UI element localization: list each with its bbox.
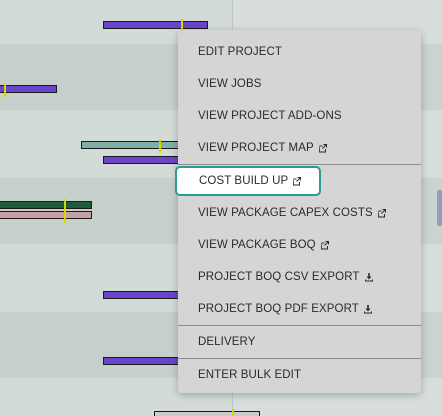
menu-item-label: EDIT PROJECT	[198, 46, 283, 58]
scrollbar-thumb[interactable]	[437, 190, 442, 226]
download-icon	[364, 272, 374, 282]
task-bar[interactable]	[0, 83, 57, 97]
menu-item-view-package-capex-costs[interactable]: VIEW PACKAGE CAPEX COSTS	[178, 197, 421, 229]
menu-item-label: VIEW JOBS	[198, 78, 262, 90]
progress-marker	[4, 83, 6, 97]
menu-item-label: PROJECT BOQ CSV EXPORT	[198, 271, 360, 283]
progress-marker	[159, 139, 161, 153]
menu-item-enter-bulk-edit[interactable]: ENTER BULK EDIT	[178, 359, 421, 391]
menu-item-label: VIEW PACKAGE BOQ	[198, 239, 316, 251]
menu-item-label: VIEW PACKAGE CAPEX COSTS	[198, 207, 373, 219]
menu-item-label: VIEW PROJECT MAP	[198, 142, 314, 154]
menu-item-project-boq-pdf-export[interactable]: PROJECT BOQ PDF EXPORT	[178, 293, 421, 325]
menu-item-label: PROJECT BOQ PDF EXPORT	[198, 303, 359, 315]
external-link-icon	[377, 208, 387, 218]
external-link-icon	[318, 143, 328, 153]
external-link-icon	[292, 176, 302, 186]
menu-item-label: VIEW PROJECT ADD-ONS	[198, 110, 342, 122]
menu-item-cost-build-up[interactable]: COST BUILD UP	[175, 166, 321, 196]
menu-item-view-project-map[interactable]: VIEW PROJECT MAP	[178, 132, 421, 164]
progress-marker	[64, 199, 66, 223]
menu-item-edit-project[interactable]: EDIT PROJECT	[178, 36, 421, 68]
download-icon	[363, 304, 373, 314]
task-bar[interactable]	[154, 409, 260, 416]
menu-item-view-package-boq[interactable]: VIEW PACKAGE BOQ	[178, 229, 421, 261]
menu-item-label: ENTER BULK EDIT	[198, 369, 302, 381]
menu-item-view-jobs[interactable]: VIEW JOBS	[178, 68, 421, 100]
menu-item-view-project-add-ons[interactable]: VIEW PROJECT ADD-ONS	[178, 100, 421, 132]
task-bar[interactable]	[0, 199, 92, 223]
task-bar[interactable]	[0, 201, 92, 209]
project-context-menu: EDIT PROJECT VIEW JOBS VIEW PROJECT ADD-…	[175, 30, 421, 393]
task-bar[interactable]	[103, 19, 208, 33]
menu-item-label: COST BUILD UP	[199, 175, 289, 187]
menu-item-label: DELIVERY	[198, 336, 256, 348]
menu-divider	[178, 164, 421, 165]
task-bar[interactable]	[81, 139, 191, 153]
menu-item-project-boq-csv-export[interactable]: PROJECT BOQ CSV EXPORT	[178, 261, 421, 293]
external-link-icon	[320, 240, 330, 250]
menu-item-delivery[interactable]: DELIVERY	[178, 326, 421, 358]
progress-marker	[232, 409, 234, 416]
